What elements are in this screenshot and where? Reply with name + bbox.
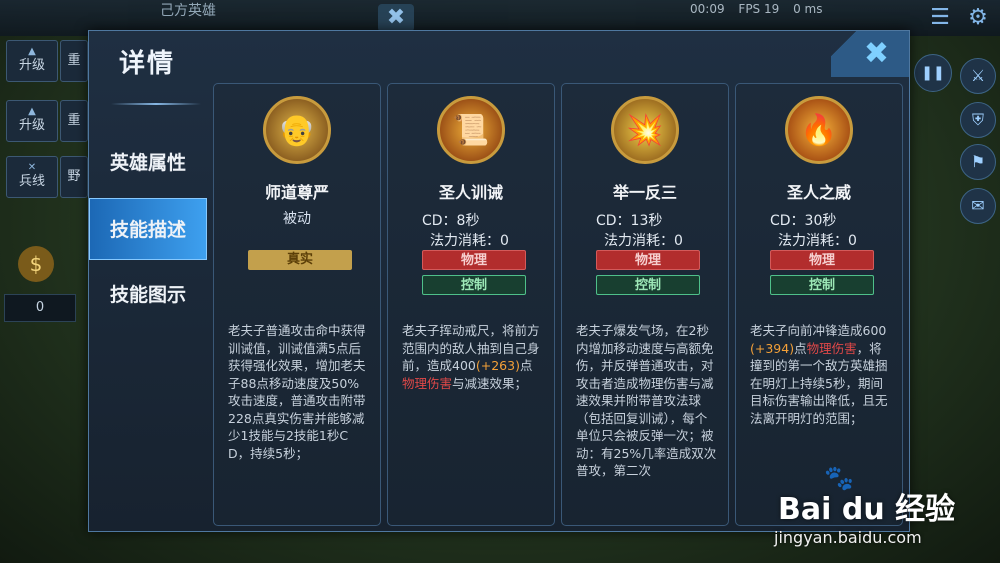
cooldown-text: CD：8秒 bbox=[422, 213, 480, 229]
damage-type-tag: 真实 bbox=[248, 250, 352, 270]
skill-card-1: 📜 圣人训诫 CD：8秒 法力消耗：0 物理 控制 老夫子挥动戒尺，将前方范围内… bbox=[387, 83, 555, 526]
jungle-button[interactable]: 野 bbox=[60, 156, 88, 198]
damage-type-tag: 物理 bbox=[770, 250, 874, 270]
flag-icon[interactable]: ⚑ bbox=[960, 144, 996, 180]
detail-panel: 详情 ✖ 英雄属性 技能描述 技能图示 👴 师道尊严 被动 真实 老夫子普通攻击… bbox=[88, 30, 910, 532]
fps-readout: FPS 19 bbox=[738, 2, 780, 16]
upgrade-button-1[interactable]: ▲ 升级 bbox=[6, 40, 58, 82]
up-arrow-icon: ▲ bbox=[28, 106, 36, 117]
passive-skill-icon: 👴 bbox=[263, 96, 331, 164]
panel-title: 详情 bbox=[119, 49, 176, 79]
baidu-watermark: 🐾 Bai du 经验 jingyan.baidu.com bbox=[742, 460, 992, 560]
watermark-url: jingyan.baidu.com bbox=[774, 528, 922, 547]
skill-name: 师道尊严 bbox=[264, 183, 329, 202]
tab-skill-illustration[interactable]: 技能图示 bbox=[89, 264, 207, 326]
ping-readout: 0 ms bbox=[793, 2, 823, 16]
watermark-logo: Bai du 经验 bbox=[778, 492, 956, 527]
skill-name: 圣人之威 bbox=[786, 183, 851, 202]
timer: 00:09 bbox=[690, 2, 725, 16]
shield-icon[interactable]: ⛨ bbox=[960, 102, 996, 138]
top-right-icons: ☰ ⚙ bbox=[920, 0, 1000, 36]
menu-icon[interactable]: ☰ bbox=[926, 4, 954, 32]
gold-count: 0 bbox=[4, 294, 76, 322]
control-tag: 控制 bbox=[596, 275, 700, 295]
skill-name: 圣人训诫 bbox=[438, 183, 503, 202]
chat-icon[interactable]: ✉ bbox=[960, 188, 996, 224]
hud-stats: 00:09 FPS 19 0 ms bbox=[690, 2, 832, 16]
cross-icon: ✕ bbox=[27, 162, 37, 173]
title-divider bbox=[111, 103, 201, 105]
upgrade-button-2[interactable]: ▲ 升级 bbox=[6, 100, 58, 142]
damage-type-tag: 物理 bbox=[596, 250, 700, 270]
left-hud-column: ▲ 升级 重 ▲ 升级 重 ✕ 兵线 野 $ 0 bbox=[0, 36, 88, 563]
cooldown-text: CD：13秒 bbox=[596, 213, 663, 229]
skill-2-icon: 💥 bbox=[611, 96, 679, 164]
tab-skill-description[interactable]: 技能描述 bbox=[89, 198, 207, 260]
team-label: 己方英雄 bbox=[160, 3, 216, 19]
lane-button[interactable]: ✕ 兵线 bbox=[6, 156, 58, 198]
mana-cost-text: 法力消耗：0 bbox=[604, 233, 683, 249]
skill-card-passive: 👴 师道尊严 被动 真实 老夫子普通攻击命中获得训诫值，训诫值满5点后获得强化效… bbox=[213, 83, 381, 526]
ultimate-skill-icon: 🔥 bbox=[785, 96, 853, 164]
cooldown-text: CD：30秒 bbox=[770, 213, 837, 229]
skill-description: 老夫子向前冲锋造成600(+394)点物理伤害，将撞到的第一个敌方英雄捆在明灯上… bbox=[750, 323, 888, 426]
pause-icon[interactable]: ❚❚ bbox=[914, 54, 952, 92]
tab-hero-attributes[interactable]: 英雄属性 bbox=[89, 132, 207, 194]
control-tag: 控制 bbox=[422, 275, 526, 295]
settings-gear-icon[interactable]: ⚙ bbox=[964, 4, 992, 32]
skill-1-icon: 📜 bbox=[437, 96, 505, 164]
skill-card-2: 💥 举一反三 CD：13秒 法力消耗：0 物理 控制 老夫子爆发气场，在2秒内增… bbox=[561, 83, 729, 526]
skill-description: 老夫子普通攻击命中获得训诫值，训诫值满5点后获得强化效果，增加老夫子88点移动速… bbox=[228, 323, 366, 461]
hud-close-icon[interactable]: ✖ bbox=[378, 4, 414, 32]
mana-cost-text: 法力消耗：0 bbox=[778, 233, 857, 249]
up-arrow-icon: ▲ bbox=[28, 46, 36, 57]
skill-description: 老夫子挥动戒尺，将前方范围内的敌人抽到自己身前，造成400(+263)点物理伤害… bbox=[402, 323, 540, 391]
close-icon[interactable]: ✖ bbox=[831, 31, 909, 77]
panel-header: 详情 ✖ bbox=[89, 31, 909, 105]
mana-cost-text: 法力消耗：0 bbox=[430, 233, 509, 249]
damage-type-tag: 物理 bbox=[422, 250, 526, 270]
money-bag-icon[interactable]: $ bbox=[18, 246, 54, 282]
sword-icon[interactable]: ⚔ bbox=[960, 58, 996, 94]
passive-label: 被动 bbox=[283, 211, 311, 227]
side-button-2[interactable]: 重 bbox=[60, 100, 88, 142]
skill-name: 举一反三 bbox=[612, 183, 677, 202]
skill-description: 老夫子爆发气场，在2秒内增加移动速度与高额免伤，并反弹普通攻击，对攻击者造成物理… bbox=[576, 323, 717, 478]
side-button-1[interactable]: 重 bbox=[60, 40, 88, 82]
control-tag: 控制 bbox=[770, 275, 874, 295]
